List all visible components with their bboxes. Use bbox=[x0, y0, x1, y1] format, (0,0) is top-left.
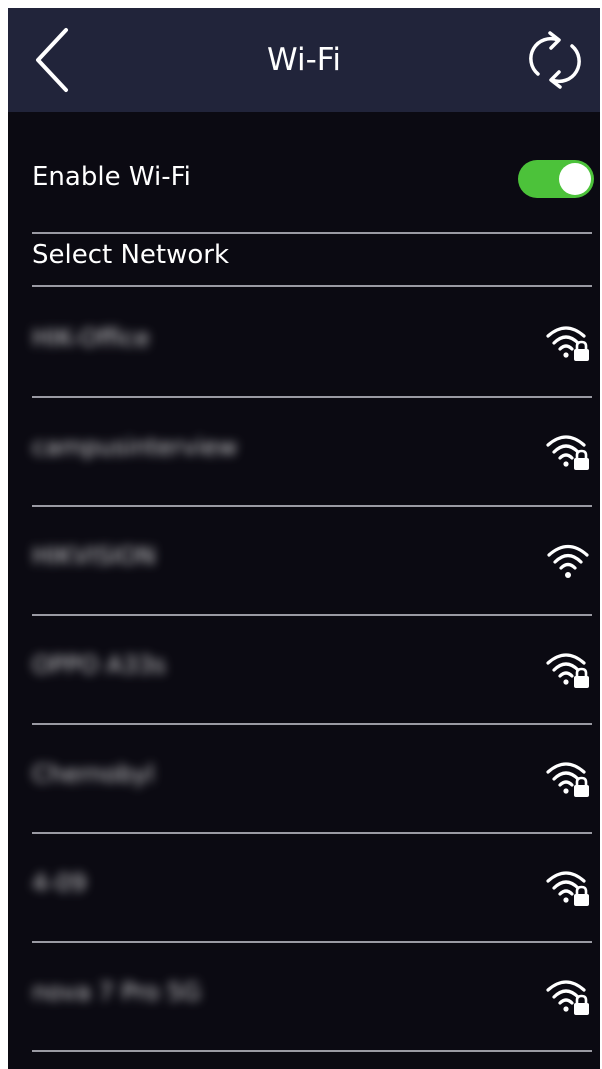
network-item[interactable]: Chernobyl bbox=[32, 726, 592, 832]
wifi-lock-icon bbox=[546, 980, 589, 1015]
wifi-settings-screen: Wi-Fi Enable Wi-Fi Select Network HIK-Of… bbox=[8, 8, 600, 1069]
network-name: Chernobyl bbox=[32, 760, 155, 788]
network-item[interactable]: HIK-Office bbox=[32, 290, 592, 396]
divider bbox=[32, 285, 592, 287]
divider bbox=[32, 941, 592, 943]
wifi-icon bbox=[547, 544, 589, 578]
refresh-button[interactable] bbox=[520, 24, 590, 96]
wifi-lock-icon bbox=[546, 762, 589, 797]
header-bar: Wi-Fi bbox=[8, 8, 600, 112]
wifi-lock-icon bbox=[546, 653, 589, 688]
enable-wifi-row: Enable Wi-Fi bbox=[32, 148, 594, 214]
wifi-lock-icon bbox=[546, 435, 589, 470]
enable-wifi-toggle[interactable] bbox=[518, 160, 594, 198]
select-network-label: Select Network bbox=[32, 240, 230, 270]
divider bbox=[32, 723, 592, 725]
network-name: HIK-Office bbox=[32, 324, 150, 352]
network-item[interactable]: 4-09 bbox=[32, 835, 592, 941]
wifi-lock-icon bbox=[546, 871, 589, 906]
network-item[interactable]: campusinterview bbox=[32, 399, 592, 505]
network-item[interactable]: HIKVISION bbox=[32, 508, 592, 614]
network-name: HIKVISION bbox=[32, 542, 156, 570]
network-name: OPPO A33s bbox=[32, 651, 166, 679]
divider bbox=[32, 396, 592, 398]
back-button[interactable] bbox=[26, 24, 86, 96]
network-item[interactable]: nova 7 Pro 5G bbox=[32, 944, 592, 1050]
refresh-icon bbox=[529, 31, 581, 89]
divider bbox=[32, 232, 592, 234]
network-item[interactable]: OPPO A33s bbox=[32, 617, 592, 723]
enable-wifi-label: Enable Wi-Fi bbox=[32, 162, 191, 192]
divider bbox=[32, 614, 592, 616]
divider bbox=[32, 1050, 592, 1052]
network-name: nova 7 Pro 5G bbox=[32, 978, 201, 1006]
divider bbox=[32, 505, 592, 507]
wifi-lock-icon bbox=[546, 326, 589, 361]
network-name: campusinterview bbox=[32, 433, 238, 461]
toggle-knob bbox=[559, 163, 591, 195]
divider bbox=[32, 832, 592, 834]
network-name: 4-09 bbox=[32, 869, 87, 897]
chevron-left-icon bbox=[36, 28, 68, 92]
page-title: Wi-Fi bbox=[267, 42, 341, 78]
